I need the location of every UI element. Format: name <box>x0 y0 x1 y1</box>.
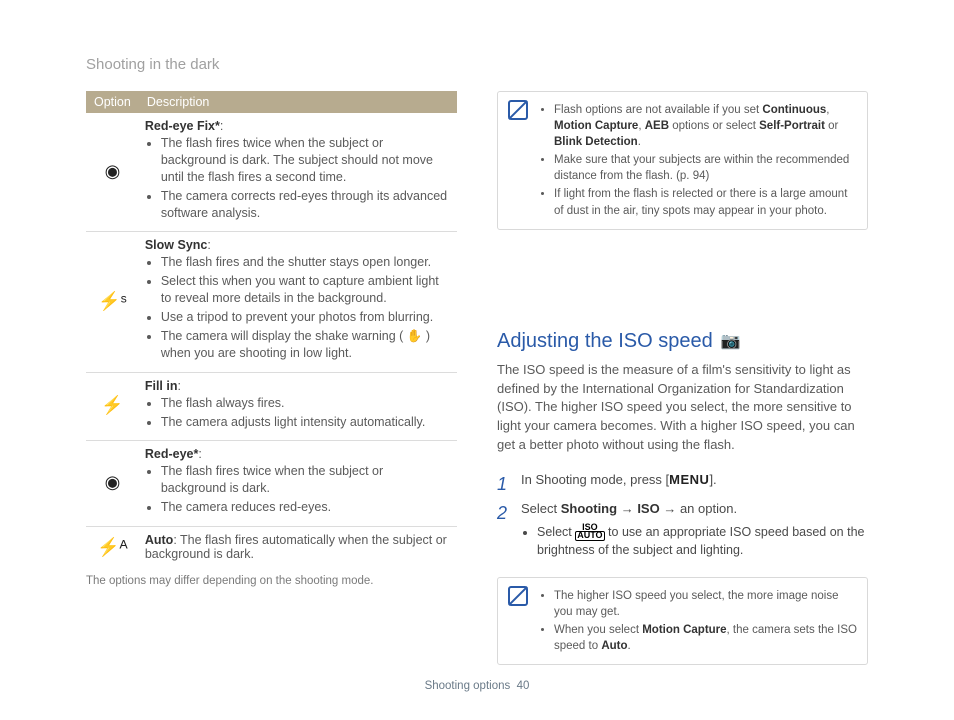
list-item: The camera reduces red-eyes. <box>161 499 451 516</box>
text: ]. <box>709 472 716 487</box>
note-icon <box>508 586 528 606</box>
note-box-flash: Flash options are not available if you s… <box>497 91 868 230</box>
option-bullets: The flash fires and the shutter stays op… <box>145 254 451 361</box>
table-row: ⚡ˢ Slow Sync: The flash fires and the sh… <box>86 232 457 372</box>
colon: : <box>198 447 201 461</box>
sub-list: Select ISOAUTO to use an appropriate ISO… <box>521 523 868 559</box>
th-option: Option <box>86 91 139 113</box>
text: an option. <box>680 501 737 516</box>
right-column: Flash options are not available if you s… <box>497 91 868 685</box>
page-footer: Shooting options 40 <box>0 680 954 692</box>
list-item: The flash fires twice when the subject o… <box>161 463 451 497</box>
option-title: Red-eye* <box>145 447 199 461</box>
table-footnote: The options may differ depending on the … <box>86 575 457 587</box>
table-row: ◉ Red-eye Fix*: The flash fires twice wh… <box>86 113 457 232</box>
th-description: Description <box>139 91 457 113</box>
colon: : <box>207 238 210 252</box>
list-item: If light from the flash is relected or t… <box>554 186 857 218</box>
section-heading: Adjusting the ISO speed 📷 <box>497 330 868 353</box>
list-item: Make sure that your subjects are within … <box>554 152 857 184</box>
text: When you select <box>554 624 642 636</box>
colon: : <box>220 119 223 133</box>
option-bullets: The flash always fires. The camera adjus… <box>145 395 451 431</box>
flash-options-table: Option Description ◉ Red-eye Fix*: The f… <box>86 91 457 569</box>
text: . <box>638 136 641 148</box>
heading-text: Adjusting the ISO speed <box>497 330 713 353</box>
option-bullets: The flash fires twice when the subject o… <box>145 463 451 516</box>
footer-section: Shooting options <box>425 680 511 692</box>
table-row: ◉ Red-eye*: The flash fires twice when t… <box>86 441 457 527</box>
bold: AEB <box>645 120 669 132</box>
fill-in-icon: ⚡ <box>86 372 139 441</box>
option-title: Slow Sync <box>145 238 208 252</box>
list-item: The higher ISO speed you select, the mor… <box>554 588 857 620</box>
list-item: The camera corrects red-eyes through its… <box>161 188 451 222</box>
left-column: Option Description ◉ Red-eye Fix*: The f… <box>86 91 457 685</box>
note-icon <box>508 100 528 120</box>
text: options or select <box>669 120 759 132</box>
steps-list: In Shooting mode, press [MENU]. Select S… <box>497 471 868 559</box>
option-bullets: The flash fires twice when the subject o… <box>145 135 451 221</box>
text: In Shooting mode, press [ <box>521 472 669 487</box>
list-item: The flash always fires. <box>161 395 451 412</box>
option-title: Fill in <box>145 379 178 393</box>
list-item: The flash fires and the shutter stays op… <box>161 254 451 271</box>
colon: : <box>177 379 180 393</box>
list-item: The camera adjusts light intensity autom… <box>161 414 451 431</box>
list-item: The camera will display the shake warnin… <box>161 328 451 362</box>
bold: Shooting <box>561 501 617 516</box>
list-item: Flash options are not available if you s… <box>554 102 857 150</box>
menu-button-label: MENU <box>669 472 709 487</box>
step-item: Select Shooting → ISO → an option. Selec… <box>497 500 868 559</box>
note-list: Flash options are not available if you s… <box>538 100 857 221</box>
bold: Motion Capture <box>554 120 638 132</box>
red-eye-fix-icon: ◉ <box>86 113 139 232</box>
list-item: The flash fires twice when the subject o… <box>161 135 451 186</box>
table-row: ⚡ Fill in: The flash always fires. The c… <box>86 372 457 441</box>
option-title: Red-eye Fix* <box>145 119 220 133</box>
text: or <box>825 120 838 132</box>
text: Select <box>521 501 561 516</box>
bold: Motion Capture <box>642 624 726 636</box>
list-item: Select ISOAUTO to use an appropriate ISO… <box>537 523 868 559</box>
page-header: Shooting in the dark <box>34 0 920 91</box>
text: → <box>660 501 680 516</box>
option-title: Auto <box>145 533 173 547</box>
text: , <box>826 104 829 116</box>
red-eye-icon: ◉ <box>86 441 139 527</box>
inline-desc: : The flash fires automatically when the… <box>145 533 447 561</box>
footer-page: 40 <box>517 680 530 692</box>
step-item: In Shooting mode, press [MENU]. <box>497 471 868 490</box>
list-item: Select this when you want to capture amb… <box>161 273 451 307</box>
list-item: Use a tripod to prevent your photos from… <box>161 309 451 326</box>
slow-sync-icon: ⚡ˢ <box>86 232 139 372</box>
section-intro: The ISO speed is the measure of a film's… <box>497 361 868 455</box>
bold: Auto <box>601 640 627 652</box>
note-box-iso: The higher ISO speed you select, the mor… <box>497 577 868 665</box>
text: → <box>617 501 637 516</box>
bold: Self-Portrait <box>759 120 825 132</box>
list-item: When you select Motion Capture, the came… <box>554 622 857 654</box>
text: Select <box>537 525 575 539</box>
iso-auto-icon: ISOAUTO <box>575 524 604 541</box>
bold: Blink Detection <box>554 136 638 148</box>
bold: ISO <box>637 501 659 516</box>
camera-mode-icon: 📷 <box>721 331 741 351</box>
content-columns: Option Description ◉ Red-eye Fix*: The f… <box>34 91 920 685</box>
text: Flash options are not available if you s… <box>554 104 762 116</box>
table-row: ⚡ᴬ Auto: The flash fires automatically w… <box>86 527 457 570</box>
note-list: The higher ISO speed you select, the mor… <box>538 586 857 656</box>
text: . <box>628 640 631 652</box>
bold: Continuous <box>762 104 826 116</box>
auto-flash-icon: ⚡ᴬ <box>86 527 139 570</box>
